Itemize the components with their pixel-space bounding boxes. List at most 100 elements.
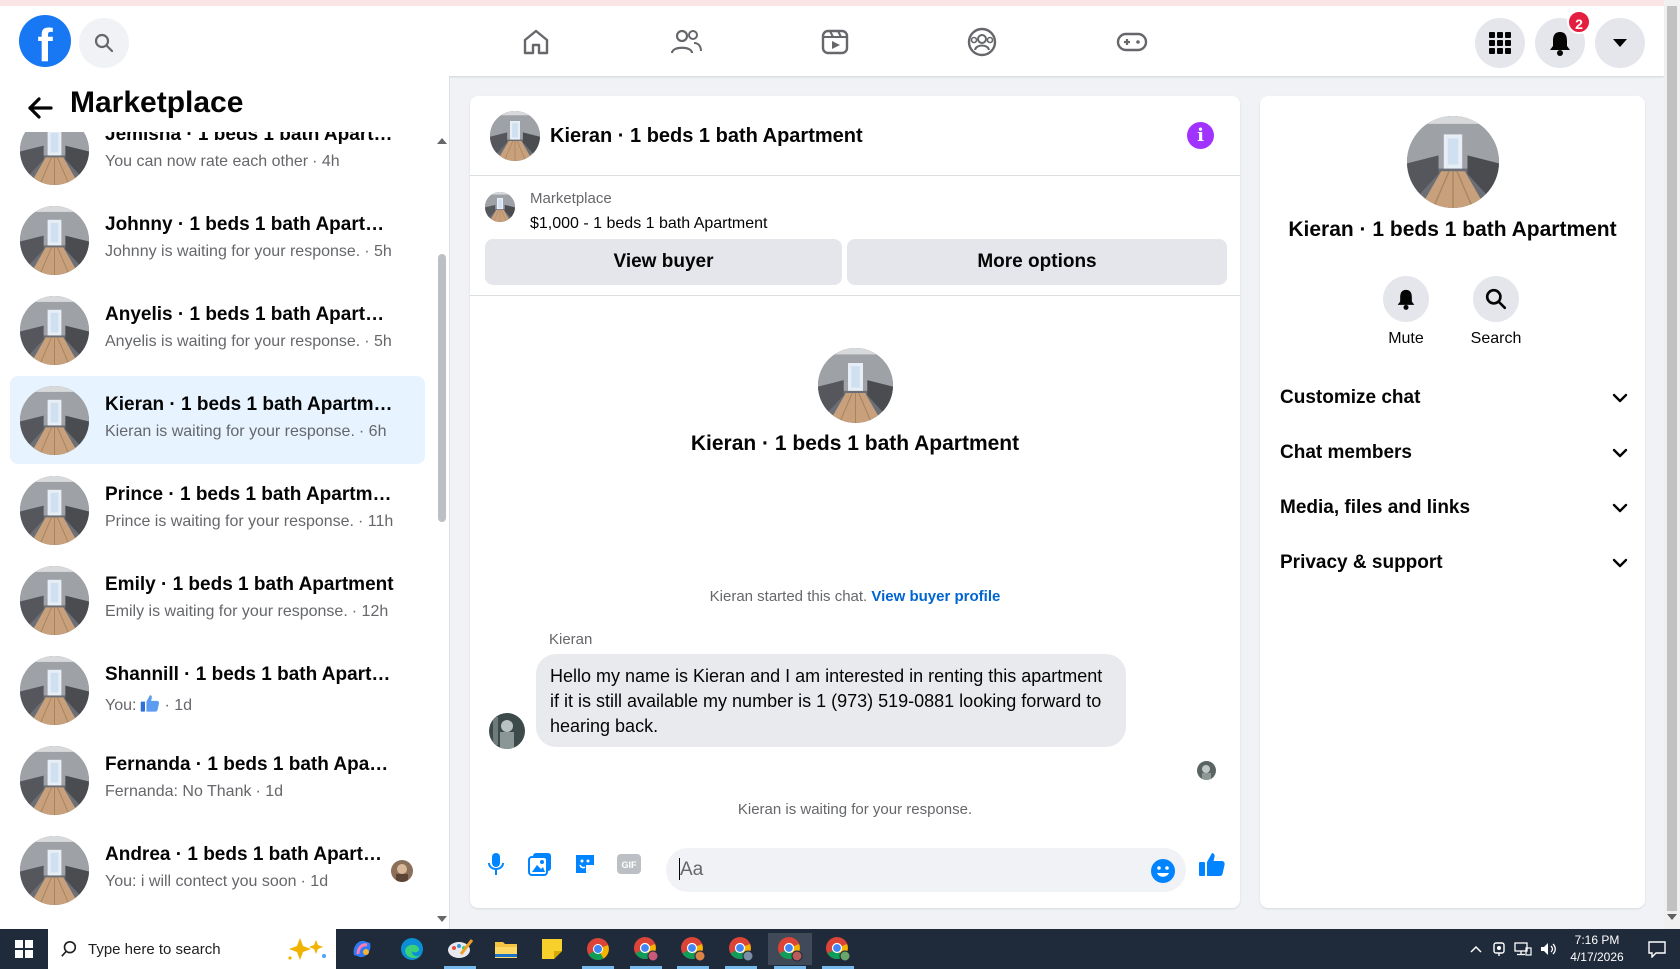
info-icon[interactable]: i [1187,122,1214,149]
emoji-icon[interactable] [1150,858,1176,884]
meet-now-icon[interactable] [1492,941,1506,957]
svg-text:GIF: GIF [622,860,638,870]
taskbar-file-explorer[interactable] [484,933,528,965]
conversation-title: Anyelis · 1 beds 1 bath Apartment [105,304,395,325]
taskbar-search-box[interactable]: Type here to search [48,929,336,969]
paint-app-icon [448,939,473,958]
conversation-item[interactable]: Anyelis · 1 beds 1 bath Apartment Anyelis… [10,286,425,374]
system-tray [1470,929,1558,969]
taskbar-chrome-1[interactable] [576,933,620,969]
start-button[interactable] [0,929,48,969]
listing-price: $1,000 - 1 beds 1 bath Apartment [530,215,768,232]
text-cursor [679,858,680,880]
conversation-item[interactable]: Fernanda · 1 beds 1 bath Apartm... Fernan… [10,736,425,824]
preview-time: · 1d [164,696,193,714]
listing-thumbnail [485,192,515,222]
nav-video[interactable] [817,24,853,60]
account-button[interactable] [1595,18,1645,68]
info-title: Kieran · 1 beds 1 bath Apartment [1288,218,1617,241]
view-buyer-profile-link[interactable]: View buyer profile [871,588,1000,605]
sticker-button[interactable] [570,849,600,879]
taskbar-chrome-3[interactable] [671,933,715,969]
gif-button[interactable]: GIF [614,849,644,879]
chat-header-avatar[interactable] [490,111,540,161]
chat-members-section[interactable]: Chat members [1280,433,1630,473]
privacy-support-section[interactable]: Privacy & support [1280,543,1630,583]
thumbs-up-icon [1199,853,1225,876]
conversation-preview: Fernanda: No Thank · 1d [105,783,283,801]
page-scrollbar-thumb[interactable] [1667,6,1677,911]
chat-header-title[interactable]: Kieran · 1 beds 1 bath Apartment [550,125,863,148]
preview-time: · 1d [300,873,329,890]
sender-avatar[interactable] [489,713,525,749]
conversation-list[interactable]: Jemisha · 1 beds 1 bath Apartment You can… [0,76,430,929]
nav-friends[interactable] [668,24,704,60]
gif-icon: GIF [617,854,641,874]
notification-count-badge: 2 [1567,10,1591,34]
nav-gaming[interactable] [1114,24,1150,60]
voice-clip-button[interactable] [481,849,511,879]
taskbar-paint[interactable] [438,933,482,969]
taskbar-clock[interactable]: 7:16 PM 4/17/2026 [1562,932,1632,966]
conversation-item[interactable]: Johnny · 1 beds 1 bath Apartment Johnny i… [10,196,425,284]
chrome-profile-icon [778,937,803,962]
taskbar-copilot[interactable] [340,933,384,965]
nav-home[interactable] [518,24,554,60]
page-scroll-down[interactable] [1667,914,1677,920]
preview-time: · 5h [364,243,392,260]
taskbar-sticky-notes[interactable] [530,933,574,965]
conversation-preview: Emily is waiting for your response. · 12h [105,603,388,621]
sidebar-scroll-down[interactable] [437,916,447,922]
mute-button[interactable]: Mute [1366,276,1446,348]
taskbar-edge[interactable] [390,933,434,965]
search-conversation-button[interactable]: Search [1456,276,1536,348]
windows-taskbar: Type here to search 7:16 PM 4/17/2026 [0,929,1680,969]
network-icon[interactable] [1514,942,1532,956]
menu-button[interactable] [1475,18,1525,68]
media-files-links-section[interactable]: Media, files and links [1280,488,1630,528]
chevron-down-icon [1613,39,1627,47]
volume-icon[interactable] [1540,942,1558,956]
conversation-item[interactable]: Emily · 1 beds 1 bath Apartment Emily is … [10,556,425,644]
photo-icon [528,853,551,876]
like-send-button[interactable] [1197,849,1227,879]
photo-button[interactable] [525,849,555,879]
groups-icon [967,27,997,57]
preview-text: Fernanda: No Thank [105,783,252,800]
page-scrollbar[interactable] [1664,0,1680,929]
search-button[interactable] [79,18,129,68]
nav-groups[interactable] [964,24,1000,60]
bell-icon [1397,289,1415,310]
chrome-profile-icon [681,937,706,962]
conversation-item[interactable]: Kieran · 1 beds 1 bath Apartment Kieran i… [10,376,425,464]
view-buyer-button[interactable]: View buyer [485,239,842,285]
top-navigation-bar: f 2 [0,0,1664,76]
chat-hero-avatar [818,348,893,423]
chat-hero-title: Kieran · 1 beds 1 bath Apartment [690,432,1020,455]
conversation-title: Fernanda · 1 beds 1 bath Apartm... [105,754,395,775]
chevron-down-icon [1612,448,1628,458]
message-input[interactable] [666,848,1186,892]
more-options-button[interactable]: More options [847,239,1227,285]
taskbar-chrome-5[interactable] [768,933,812,969]
chevron-up-icon[interactable] [1470,945,1482,953]
taskbar-chrome-6[interactable] [816,933,860,969]
chevron-down-icon [1612,503,1628,513]
conversation-preview: You: · 1d [105,693,192,718]
action-center-icon[interactable] [1648,940,1666,958]
taskbar-chrome-2[interactable] [624,933,668,969]
conversation-item[interactable]: Andrea · 1 beds 1 bath Apartm... You: i w… [10,826,425,914]
message-bubble[interactable]: Hello my name is Kieran and I am interes… [536,654,1126,747]
customize-chat-section[interactable]: Customize chat [1280,378,1630,418]
sidebar-scrollbar[interactable] [438,254,446,522]
preview-text: You: i will contect you soon [105,873,297,890]
facebook-logo[interactable]: f [19,15,71,67]
conversation-title: Prince · 1 beds 1 bath Apartment [105,484,395,505]
conversation-preview: Prince is waiting for your response. · 11… [105,513,393,531]
info-avatar[interactable] [1407,116,1499,208]
conversation-item[interactable]: Prince · 1 beds 1 bath Apartment Prince i… [10,466,425,554]
conversation-item[interactable]: Shannill · 1 beds 1 bath Apartment You: · … [10,646,425,734]
back-arrow-icon[interactable] [24,92,56,124]
sidebar-scroll-up[interactable] [437,138,447,144]
taskbar-chrome-4[interactable] [719,933,763,969]
